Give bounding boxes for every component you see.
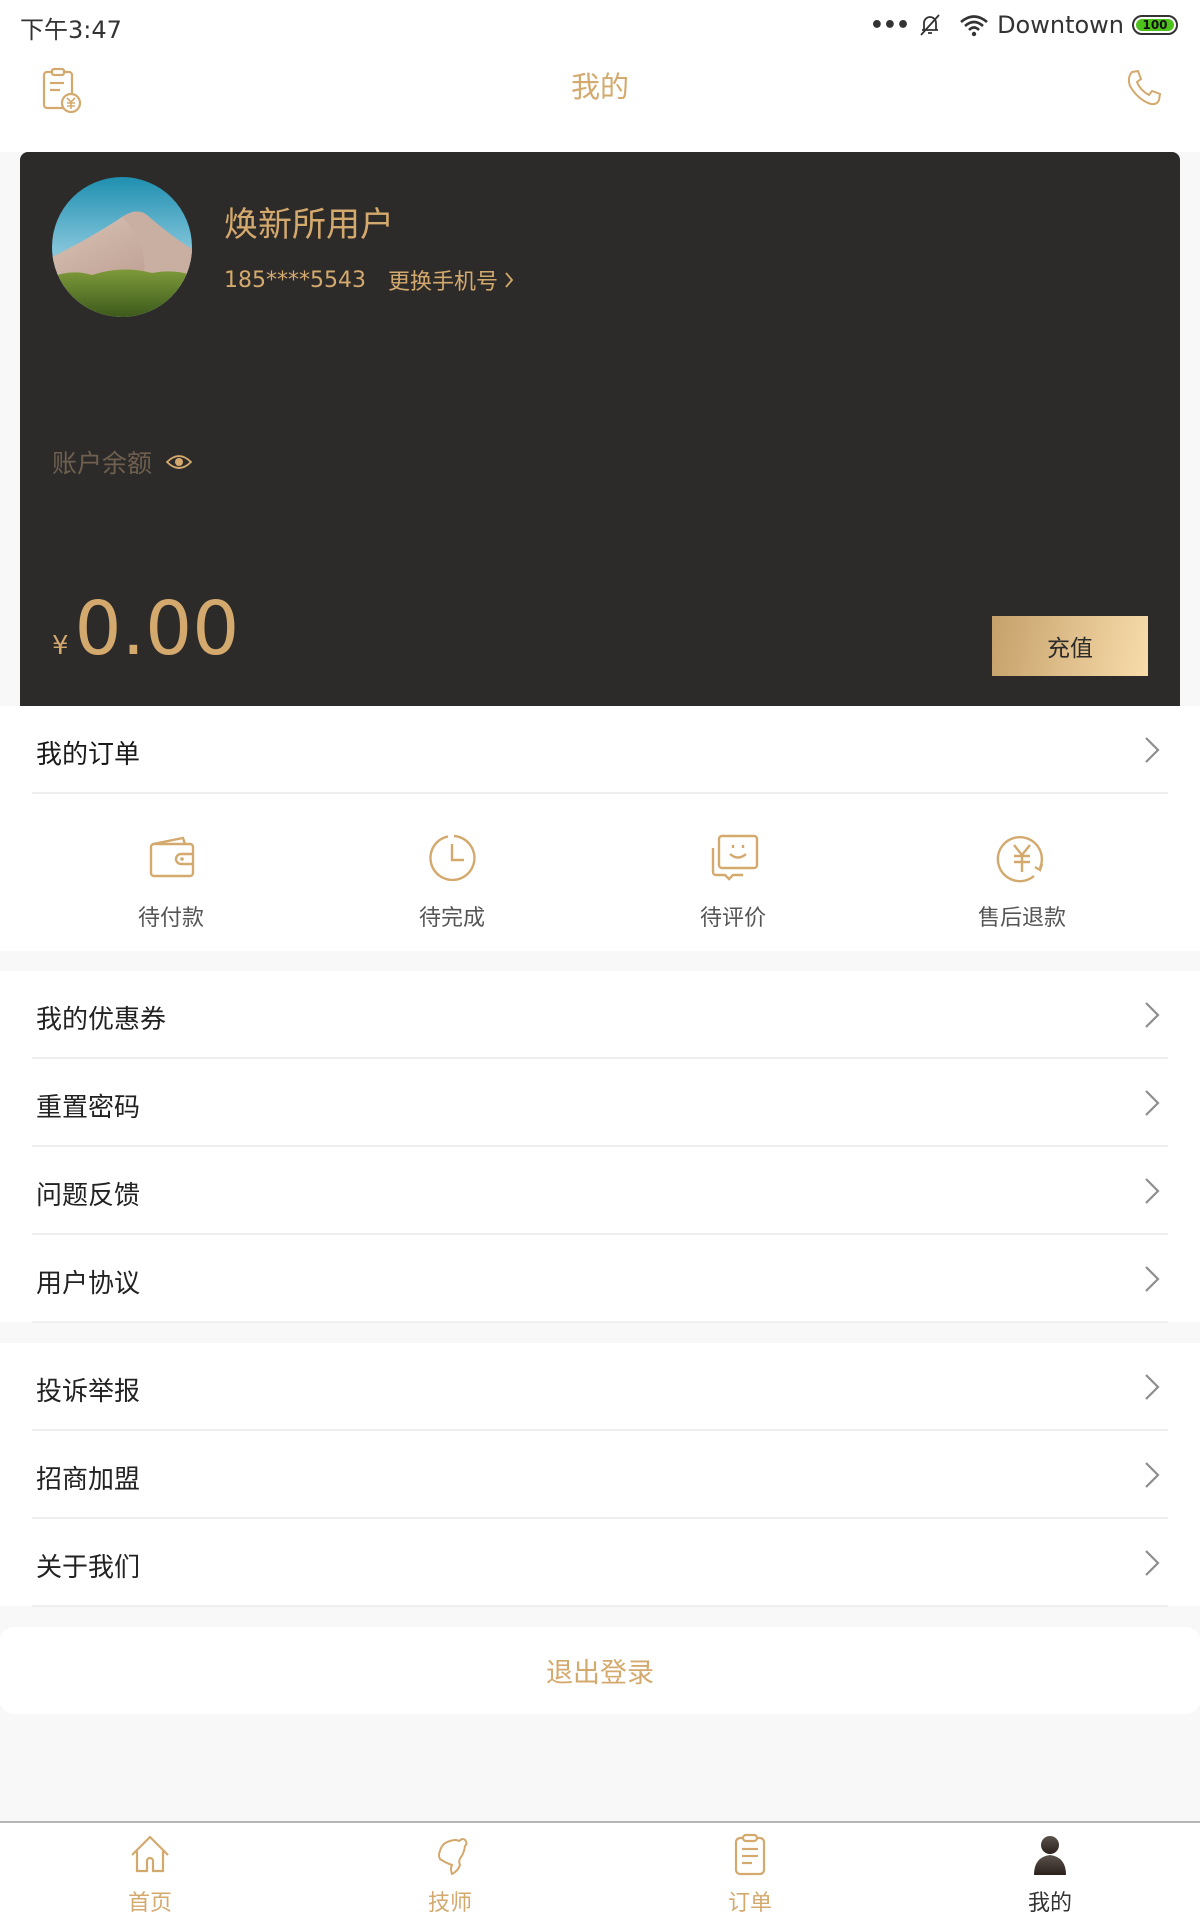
menu-item-user-agreement[interactable]: 用户协议 xyxy=(0,1235,1200,1323)
chevron-right-icon xyxy=(1145,737,1160,763)
chevron-right-icon xyxy=(1145,1550,1160,1576)
chevron-right-icon xyxy=(1145,1374,1160,1400)
tab-technician[interactable]: 技师 xyxy=(300,1823,600,1920)
balance-amount: ¥ 0.00 xyxy=(52,592,239,666)
order-item-label: 待评价 xyxy=(699,906,766,931)
order-pending-review[interactable]: 待评价 xyxy=(633,796,833,951)
navbar: 我的 xyxy=(0,50,1200,152)
wifi-icon xyxy=(960,15,988,37)
chevron-right-icon xyxy=(1145,1462,1160,1488)
currency-symbol: ¥ xyxy=(52,631,69,661)
menu-item-complaint[interactable]: 投诉举报 xyxy=(0,1343,1200,1431)
order-pending-completion[interactable]: 待完成 xyxy=(352,796,552,951)
chevron-right-icon xyxy=(505,272,514,288)
order-item-label: 售后退款 xyxy=(977,906,1066,931)
balance-value: 0.00 xyxy=(74,586,240,672)
tab-label: 订单 xyxy=(727,1891,772,1916)
status-indicators: ••• Downtown 100 xyxy=(870,10,1178,40)
my-orders-title: 我的订单 xyxy=(36,740,141,770)
network-name: Downtown xyxy=(997,11,1124,39)
tab-label: 我的 xyxy=(1027,1891,1072,1916)
person-icon xyxy=(1034,1836,1066,1875)
menu-item-label: 问题反馈 xyxy=(36,1181,141,1211)
status-time: 下午3:47 xyxy=(20,16,122,44)
tab-bar: 首页 技师 订单 我的 xyxy=(0,1821,1200,1920)
technician-head-icon xyxy=(438,1838,468,1876)
tab-label: 技师 xyxy=(427,1891,472,1916)
menu-item-franchise[interactable]: 招商加盟 xyxy=(0,1431,1200,1519)
username: 焕新所用户 xyxy=(224,205,394,245)
divider xyxy=(32,792,1168,794)
menu-item-about-us[interactable]: 关于我们 xyxy=(0,1519,1200,1607)
status-bar: 下午3:47 ••• Downtown 100 xyxy=(0,0,1200,50)
menu-group-account: 我的优惠券 重置密码 问题反馈 用户协议 xyxy=(0,971,1200,1323)
tab-mine[interactable]: 我的 xyxy=(900,1823,1200,1920)
divider xyxy=(32,1321,1168,1323)
phone-row: 185****5543 更换手机号 xyxy=(224,264,514,296)
chevron-right-icon xyxy=(1145,1090,1160,1116)
bell-muted-icon xyxy=(920,14,940,36)
phone-icon[interactable] xyxy=(1124,68,1164,108)
order-item-label: 待完成 xyxy=(418,906,485,931)
more-dots-icon: ••• xyxy=(869,12,910,38)
home-icon xyxy=(131,1835,169,1873)
phone-number: 185****5543 xyxy=(224,267,366,293)
chevron-right-icon xyxy=(1145,1002,1160,1028)
menu-item-label: 投诉举报 xyxy=(36,1377,141,1407)
clock-icon xyxy=(429,834,476,882)
yuan-refund-icon xyxy=(996,835,1044,883)
divider xyxy=(32,1605,1168,1607)
menu-item-label: 关于我们 xyxy=(36,1553,141,1583)
orders-section: 我的订单 待付款 待完成 待评价 售后退款 xyxy=(0,706,1200,951)
menu-item-label: 招商加盟 xyxy=(36,1465,141,1495)
order-item-label: 待付款 xyxy=(137,906,204,931)
profile-card: 焕新所用户 185****5543 更换手机号 账户余额 ¥ 0.00 充值 xyxy=(20,152,1180,706)
menu-item-coupons[interactable]: 我的优惠券 xyxy=(0,971,1200,1059)
my-orders-row[interactable]: 我的订单 xyxy=(0,706,1200,794)
page-title: 我的 xyxy=(570,70,629,104)
menu-item-label: 重置密码 xyxy=(36,1093,141,1123)
chat-smile-icon xyxy=(711,834,759,881)
tab-home[interactable]: 首页 xyxy=(0,1823,300,1920)
battery-icon: 100 xyxy=(1132,15,1178,35)
menu-group-support: 投诉举报 招商加盟 关于我们 xyxy=(0,1343,1200,1607)
menu-item-reset-password[interactable]: 重置密码 xyxy=(0,1059,1200,1147)
balance-label-row: 账户余额 xyxy=(52,444,193,480)
chevron-right-icon xyxy=(1145,1178,1160,1204)
avatar[interactable] xyxy=(52,177,192,317)
chevron-right-icon xyxy=(1145,1266,1160,1292)
order-pending-payment[interactable]: 待付款 xyxy=(71,796,271,951)
order-clipboard-icon xyxy=(734,1833,766,1876)
change-phone-label: 更换手机号 xyxy=(387,270,498,295)
menu-item-label: 我的优惠券 xyxy=(36,1005,167,1035)
tab-orders[interactable]: 订单 xyxy=(600,1823,900,1920)
tab-label: 首页 xyxy=(127,1891,172,1916)
eye-icon[interactable] xyxy=(166,453,193,471)
wallet-icon xyxy=(149,836,195,878)
order-status-list: 待付款 待完成 待评价 售后退款 xyxy=(0,796,1200,951)
battery-level: 100 xyxy=(1136,19,1174,31)
order-after-sale-refund[interactable]: 售后退款 xyxy=(922,796,1122,951)
menu-item-feedback[interactable]: 问题反馈 xyxy=(0,1147,1200,1235)
balance-label: 账户余额 xyxy=(52,449,153,478)
recharge-button[interactable]: 充值 xyxy=(992,616,1148,676)
change-phone-link[interactable]: 更换手机号 xyxy=(388,264,514,296)
logout-button[interactable]: 退出登录 xyxy=(0,1627,1200,1714)
menu-item-label: 用户协议 xyxy=(36,1269,141,1299)
